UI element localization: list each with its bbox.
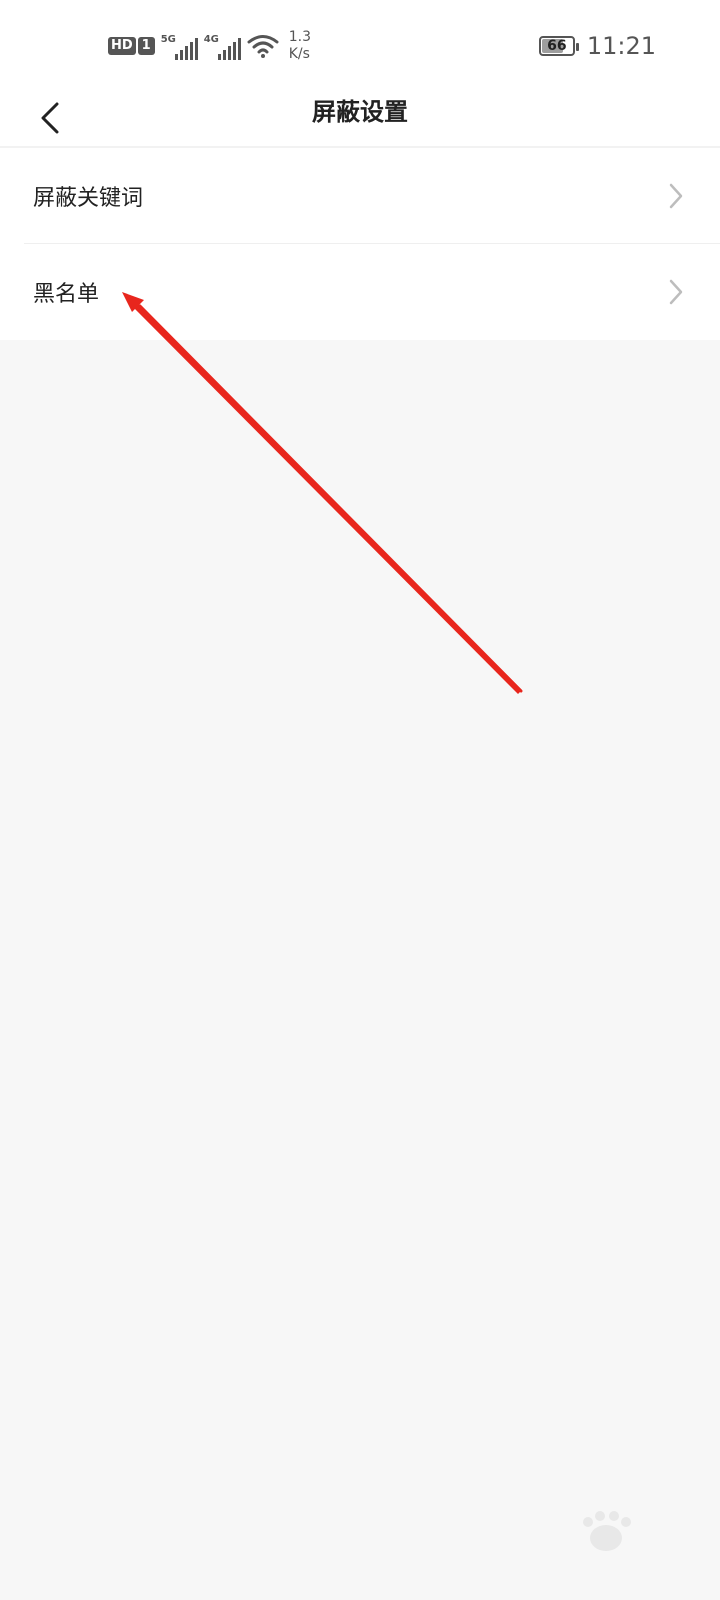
list-item-label: 黑名单	[33, 282, 100, 307]
hd-label: HD	[108, 37, 136, 55]
sim-label: 1	[137, 37, 155, 55]
battery-level: 66	[547, 38, 567, 54]
chevron-right-icon	[669, 183, 683, 209]
chevron-right-icon	[669, 279, 683, 305]
status-bar-left: HD 1 5G 4G 1.3 K/s	[108, 28, 311, 64]
status-bar-right: 66 11:21	[538, 30, 656, 62]
wifi-icon	[247, 33, 279, 59]
network-speed: 1.3 K/s	[289, 29, 311, 63]
network-4g-label: 4G	[203, 34, 219, 45]
network-speed-value: 1.3	[288, 29, 311, 45]
signal-bars-icon	[217, 38, 241, 60]
network-speed-unit: K/s	[288, 46, 310, 62]
page-title: 屏蔽设置	[312, 98, 408, 126]
hd-indicator: HD 1	[108, 37, 155, 55]
baidu-paw-icon	[583, 1511, 631, 1551]
battery-icon: 66	[538, 36, 579, 56]
status-bar: HD 1 5G 4G 1.3 K/s 66 11:21	[0, 0, 720, 90]
signal-5g-icon: 5G	[161, 32, 198, 60]
signal-bars-icon	[174, 38, 198, 60]
watermark	[544, 1510, 674, 1582]
network-5g-label: 5G	[160, 34, 176, 45]
settings-list: 屏蔽关键词 黑名单	[0, 148, 720, 340]
list-item-block-keywords[interactable]: 屏蔽关键词	[0, 148, 720, 244]
signal-4g-icon: 4G	[204, 32, 241, 60]
list-item-blacklist[interactable]: 黑名单	[0, 244, 720, 340]
nav-bar: 屏蔽设置	[0, 90, 720, 146]
status-time: 11:21	[586, 32, 656, 60]
list-item-label: 屏蔽关键词	[33, 186, 144, 211]
